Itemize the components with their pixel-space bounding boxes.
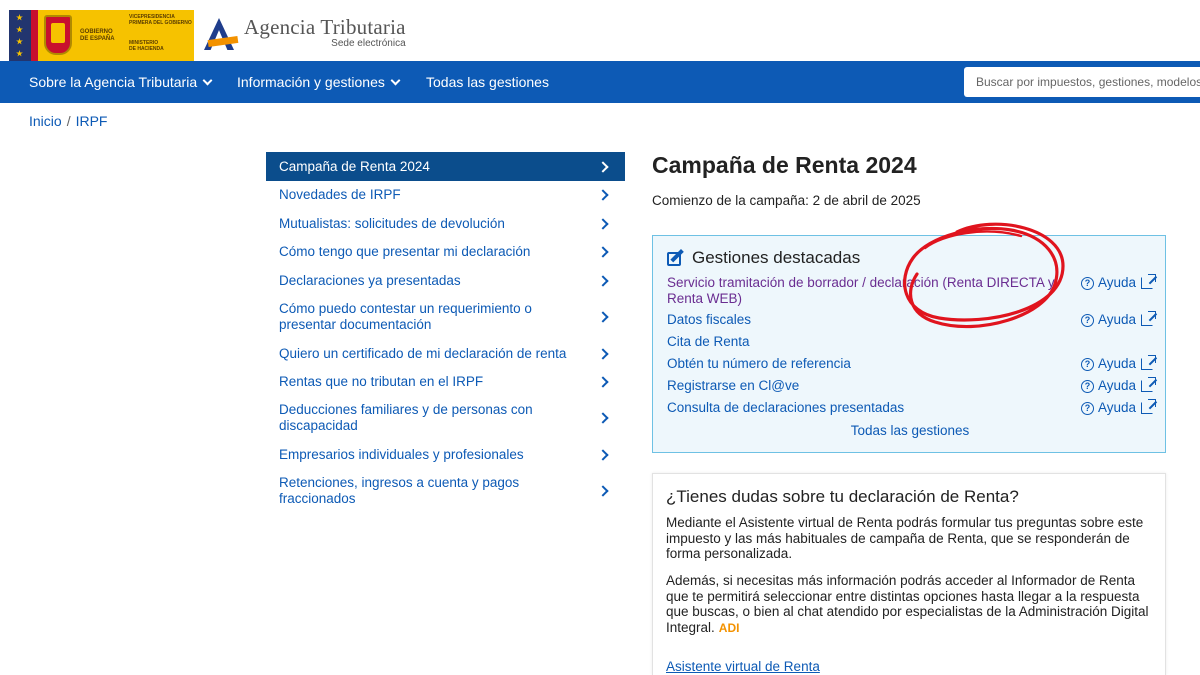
sidemenu-item-campana-renta[interactable]: Campaña de Renta 2024 — [266, 152, 625, 181]
sidemenu-item-empresarios[interactable]: Empresarios individuales y profesionales — [266, 440, 625, 469]
main-navbar: Sobre la Agencia Tributaria Información … — [0, 61, 1200, 103]
help-link[interactable]: ? Ayuda — [1080, 311, 1156, 328]
chevron-right-icon — [597, 246, 609, 258]
nav-informacion-gestiones[interactable]: Información y gestiones — [237, 61, 401, 103]
external-link-icon — [1141, 377, 1156, 392]
link-servicio-borrador[interactable]: Servicio tramitación de borrador / decla… — [667, 275, 1062, 307]
chevron-right-icon — [597, 485, 609, 497]
help-link[interactable]: ? Ayuda — [1080, 399, 1156, 416]
gestiones-heading: Gestiones destacadas — [667, 248, 860, 268]
external-link-icon — [1141, 399, 1156, 414]
coat-of-arms-icon — [44, 15, 72, 55]
gov-logo-text: GOBIERNO DE ESPAÑA VICEPRESIDENCIA PRIME… — [80, 14, 192, 52]
breadcrumb: Inicio / IRPF — [29, 113, 108, 129]
external-link-icon — [1141, 355, 1156, 370]
chevron-right-icon — [597, 347, 609, 360]
link-cita-renta[interactable]: Cita de Renta — [667, 334, 750, 350]
aeat-logo-icon — [202, 16, 240, 54]
dudas-renta-panel: ¿Tienes dudas sobre tu declaración de Re… — [652, 473, 1166, 675]
gestion-row-numero-referencia: Obtén tu número de referencia ? Ayuda — [667, 355, 1156, 372]
eu-flag-icon — [9, 10, 31, 61]
chevron-down-icon — [390, 75, 401, 86]
brand-bar: GOBIERNO DE ESPAÑA VICEPRESIDENCIA PRIME… — [0, 0, 1200, 61]
chevron-right-icon — [597, 376, 609, 388]
sidemenu-item-deducciones[interactable]: Deducciones familiares y de personas con… — [266, 396, 625, 440]
dudas-paragraph-2: Además, si necesitas más información pod… — [666, 573, 1149, 637]
question-icon: ? — [1080, 401, 1094, 415]
link-registrarse-clave[interactable]: Registrarse en Cl@ve — [667, 378, 799, 394]
adi-logo-icon[interactable]: ADI — [719, 621, 740, 637]
dudas-paragraph-1: Mediante el Asistente virtual de Renta p… — [666, 515, 1144, 561]
asistente-virtual-link[interactable]: Asistente virtual de Renta — [666, 659, 820, 674]
sidemenu-item-mutualistas[interactable]: Mutualistas: solicitudes de devolución — [266, 209, 625, 238]
chevron-right-icon — [597, 448, 609, 461]
sidemenu-item-requerimiento[interactable]: Cómo puedo contestar un requerimiento o … — [266, 295, 625, 339]
gestion-row-borrador: Servicio tramitación de borrador / decla… — [667, 274, 1156, 307]
gestion-row-clave: Registrarse en Cl@ve ? Ayuda — [667, 377, 1156, 394]
question-icon: ? — [1080, 357, 1094, 371]
sidemenu-item-novedades[interactable]: Novedades de IRPF — [266, 181, 625, 209]
chevron-right-icon — [597, 160, 609, 173]
todas-gestiones-link[interactable]: Todas las gestiones — [653, 423, 1167, 438]
campaign-start-date: Comienzo de la campaña: 2 de abril de 20… — [652, 193, 921, 208]
sidemenu-item-retenciones[interactable]: Retenciones, ingresos a cuenta y pagos f… — [266, 469, 625, 513]
help-link[interactable]: ? Ayuda — [1080, 377, 1156, 394]
chevron-right-icon — [597, 189, 609, 201]
help-link[interactable]: ? Ayuda — [1080, 274, 1156, 291]
search-input[interactable]: Buscar por impuestos, gestiones, modelos… — [964, 67, 1200, 97]
link-consulta-declaraciones[interactable]: Consulta de declaraciones presentadas — [667, 400, 904, 416]
gestion-row-consulta-declaraciones: Consulta de declaraciones presentadas ? A… — [667, 399, 1156, 416]
sidemenu-item-declaraciones-presentadas[interactable]: Declaraciones ya presentadas — [266, 266, 625, 295]
external-link-icon — [1141, 274, 1156, 289]
agency-subtitle: Sede electrónica — [331, 38, 406, 49]
chevron-right-icon — [597, 217, 609, 230]
link-numero-referencia[interactable]: Obtén tu número de referencia — [667, 356, 851, 372]
chevron-right-icon — [597, 274, 609, 287]
question-icon: ? — [1080, 276, 1094, 290]
chevron-right-icon — [597, 311, 609, 323]
question-icon: ? — [1080, 379, 1094, 393]
sidemenu-item-como-presentar[interactable]: Cómo tengo que presentar mi declaración — [266, 238, 625, 266]
chevron-right-icon — [597, 412, 609, 424]
help-link[interactable]: ? Ayuda — [1080, 355, 1156, 372]
breadcrumb-irpf[interactable]: IRPF — [76, 113, 108, 129]
gestion-row-datos-fiscales: Datos fiscales ? Ayuda — [667, 311, 1156, 328]
nav-todas-gestiones[interactable]: Todas las gestiones — [426, 61, 549, 103]
question-icon: ? — [1080, 313, 1094, 327]
gestion-row-cita-renta: Cita de Renta — [667, 334, 1153, 350]
edit-icon — [667, 249, 685, 267]
nav-sobre-agencia[interactable]: Sobre la Agencia Tributaria — [29, 61, 213, 103]
link-datos-fiscales[interactable]: Datos fiscales — [667, 312, 751, 328]
sidemenu-item-rentas-no-tributan[interactable]: Rentas que no tributan en el IRPF — [266, 368, 625, 396]
agency-name: Agencia Tributaria — [244, 15, 406, 39]
dudas-title: ¿Tienes dudas sobre tu declaración de Re… — [666, 487, 1019, 506]
spain-stripe — [31, 10, 38, 61]
breadcrumb-inicio[interactable]: Inicio — [29, 113, 62, 129]
sidemenu-item-certificado[interactable]: Quiero un certificado de mi declaración … — [266, 339, 625, 368]
chevron-down-icon — [202, 75, 213, 86]
external-link-icon — [1141, 311, 1156, 326]
gobierno-espana-logo[interactable]: GOBIERNO DE ESPAÑA VICEPRESIDENCIA PRIME… — [9, 10, 194, 61]
agencia-tributaria-logo[interactable]: Agencia Tributaria Sede electrónica — [202, 16, 406, 54]
page-title: Campaña de Renta 2024 — [652, 152, 917, 178]
gestiones-destacadas-panel: Gestiones destacadas Servicio tramitació… — [652, 235, 1166, 453]
side-menu: Campaña de Renta 2024 Novedades de IRPF … — [266, 152, 625, 513]
